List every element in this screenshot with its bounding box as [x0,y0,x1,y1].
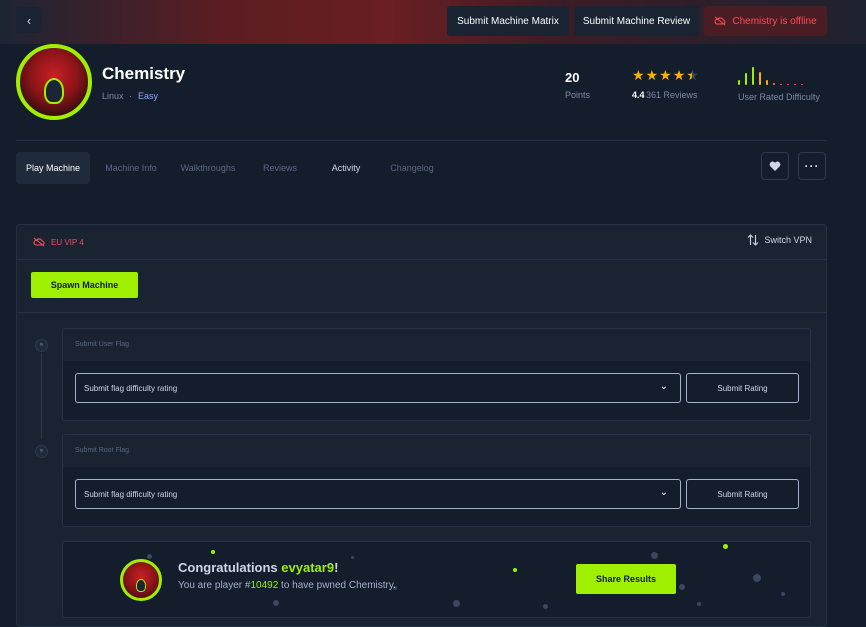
tab-play-machine[interactable]: Play Machine [16,152,90,184]
machine-offline-status[interactable]: Chemistry is offline [704,6,827,36]
switch-vpn-button[interactable]: Switch VPN [747,234,812,246]
more-horizontal-icon: ··· [804,159,820,173]
congrats-suffix: ! [334,560,339,575]
cloud-off-icon [33,237,45,247]
flask-icon [44,78,64,104]
confetti-particle [723,544,728,549]
submit-machine-matrix-button[interactable]: Submit Machine Matrix [447,6,569,36]
rank-suffix: to have pwned Chemistry. [278,580,396,591]
user-flag-submit-rating-button[interactable]: Submit Rating [686,373,799,403]
congrats-prefix: Congratulations [178,560,282,575]
congratulations-title: Congratulations evyatar9! [178,560,338,575]
difficulty-bar [794,84,796,85]
vpn-server-label: EU VIP 4 [33,237,84,247]
root-flag-title: Submit Root Flag [63,435,810,467]
more-button[interactable]: ··· [798,152,826,180]
machine-os: Linux [102,91,124,101]
back-button[interactable]: ‹ [16,7,42,33]
swap-vertical-icon [748,234,759,246]
select-placeholder: Submit flag difficulty rating [84,383,178,393]
share-results-button[interactable]: Share Results [576,564,676,594]
confetti-particle [679,584,685,590]
tab-changelog[interactable]: Changelog [383,152,441,184]
player-rank-number: 10492 [250,580,279,591]
confetti-particle [273,600,279,606]
confetti-particle [753,574,761,582]
rating-value: 4.4 [632,90,645,100]
tab-activity[interactable]: Activity [323,152,369,184]
user-flag-title: Submit User Flag [63,329,810,361]
root-flag-card: Submit Root Flag Submit flag difficulty … [62,434,811,527]
difficulty-bar [759,72,761,85]
timeline-line [41,353,42,439]
chevron-down-icon: ⌄ [659,381,668,392]
user-rated-difficulty-label: User Rated Difficulty [738,92,820,102]
difficulty-bar [766,80,768,85]
play-machine-panel: EU VIP 4 Switch VPN Spawn Machine ⚑ ⚑ Su… [16,224,827,627]
submit-machine-review-button[interactable]: Submit Machine Review [574,6,699,36]
difficulty-bar [738,80,740,85]
top-bar: ‹ Submit Machine Matrix Submit Machine R… [0,0,866,44]
difficulty-bar [780,84,782,85]
confetti-particle [453,600,460,607]
star-icon: ★ [672,67,686,83]
machine-difficulty[interactable]: Easy [138,91,158,101]
reviews-count[interactable]: 361 Reviews [646,90,698,100]
player-username[interactable]: evyatar9 [281,560,334,575]
user-flag-card: Submit User Flag Submit flag difficulty … [62,328,811,421]
heart-icon [769,161,781,171]
root-flag-submit-rating-button[interactable]: Submit Rating [686,479,799,509]
vpn-server-name: EU VIP 4 [51,237,84,247]
cloud-off-icon [714,16,726,26]
points-label: Points [565,90,591,100]
favorite-button[interactable] [761,152,789,180]
star-icon: ★ [632,67,645,83]
difficulty-bar [787,84,789,85]
flask-icon [136,578,146,592]
confetti-particle [697,602,701,606]
congratulations-card: Congratulations evyatar9! You are player… [62,541,811,618]
confetti-particle [543,604,548,609]
select-placeholder: Submit flag difficulty rating [84,489,178,499]
spawn-machine-button[interactable]: Spawn Machine [31,272,138,298]
difficulty-bar [745,73,747,85]
confetti-particle [147,554,152,559]
player-avatar [120,559,162,601]
star-half-icon: ★ [686,67,699,83]
panel-divider [17,259,826,260]
confetti-particle [211,550,215,554]
confetti-particle [351,556,354,559]
switch-vpn-label: Switch VPN [764,235,812,245]
star-icon: ★ [645,67,659,83]
difficulty-bar [801,84,803,85]
player-rank-text: You are player #10492 to have pwned Chem… [178,580,396,591]
difficulty-bar [752,67,754,85]
star-rating: ★ ★ ★ ★ ★ [632,67,699,84]
panel-divider [17,312,826,313]
timeline-step-icon: ⚑ [35,445,48,458]
header-divider [16,140,827,141]
tab-reviews[interactable]: Reviews [255,152,305,184]
confetti-particle [781,592,785,596]
difficulty-chart [738,65,808,85]
rank-prefix: You are player # [178,580,251,591]
meta-separator: · [129,91,132,101]
confetti-particle [651,552,658,559]
points-value: 20 [565,70,580,85]
tab-walkthroughs[interactable]: Walkthroughs [175,152,241,184]
machine-name: Chemistry [102,64,186,83]
tab-machine-info[interactable]: Machine Info [98,152,164,184]
chevron-left-icon: ‹ [26,12,32,28]
root-flag-difficulty-select[interactable]: Submit flag difficulty rating ⌄ [75,479,681,509]
star-icon: ★ [659,67,672,83]
confetti-particle [513,568,517,572]
difficulty-bar [773,83,775,85]
machine-avatar [16,44,92,120]
user-flag-difficulty-select[interactable]: Submit flag difficulty rating ⌄ [75,373,681,403]
timeline-step-icon: ⚑ [35,339,48,352]
chevron-down-icon: ⌄ [659,487,668,498]
offline-label: Chemistry is offline [732,15,817,27]
